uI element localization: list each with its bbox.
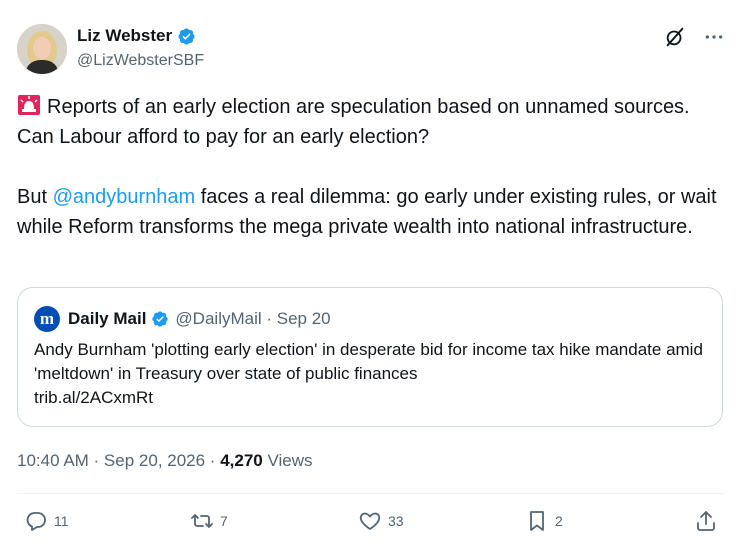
bookmark-count: 2: [555, 513, 563, 529]
tweet-time[interactable]: 10:40 AM · Sep 20, 2026 ·: [17, 451, 220, 470]
verified-badge-icon: [152, 311, 169, 327]
more-options-icon[interactable]: [704, 27, 724, 47]
bookmark-button[interactable]: 2: [525, 509, 563, 533]
bookmark-icon: [530, 511, 544, 531]
views-label: Views: [262, 451, 313, 470]
author-name[interactable]: Liz Webster: [77, 26, 172, 46]
tweet-paragraph-1-text: Reports of an early election are specula…: [17, 96, 690, 148]
tweet-text: Reports of an early election are specula…: [17, 92, 717, 242]
repost-count: 7: [220, 513, 228, 529]
tweet-paragraph-2: But @andyburnham faces a real dilemma: g…: [17, 182, 717, 242]
quote-handle-date: @DailyMail · Sep 20: [175, 309, 331, 328]
action-bar: 11 7 33 2: [0, 509, 741, 539]
like-count: 33: [388, 513, 404, 529]
repost-button[interactable]: 7: [190, 509, 228, 533]
quoted-tweet[interactable]: m Daily Mail @DailyMail · Sep 20 Andy Bu…: [17, 287, 723, 427]
mention-link[interactable]: @andyburnham: [53, 186, 196, 208]
reply-button[interactable]: 11: [24, 509, 69, 533]
heart-icon: [359, 512, 381, 530]
views-count: 4,270: [220, 451, 263, 470]
quote-author-name[interactable]: Daily Mail: [68, 309, 146, 329]
tweet-timestamp: 10:40 AM · Sep 20, 2026 · 4,270 Views: [17, 451, 313, 471]
rotating-light-icon: [18, 95, 40, 115]
author-handle[interactable]: @LizWebsterSBF: [77, 52, 204, 70]
tweet-paragraph-2-lead: But: [17, 186, 53, 208]
share-icon: [697, 511, 715, 531]
share-button[interactable]: [694, 509, 718, 533]
daily-mail-logo: m: [34, 306, 60, 332]
repost-icon: [191, 514, 213, 528]
tweet-paragraph-1: Reports of an early election are specula…: [17, 92, 717, 152]
grok-icon[interactable]: [664, 26, 686, 48]
like-button[interactable]: 33: [358, 509, 404, 533]
reply-icon: [26, 512, 46, 531]
quote-text: Andy Burnham 'plotting early election' i…: [34, 340, 703, 383]
quote-link[interactable]: trib.al/2ACxmRt: [34, 386, 704, 410]
reply-count: 11: [54, 513, 69, 529]
avatar-photo: [17, 24, 67, 74]
author-avatar[interactable]: [17, 24, 67, 74]
divider: [17, 493, 724, 494]
verified-badge-icon: [178, 27, 195, 45]
